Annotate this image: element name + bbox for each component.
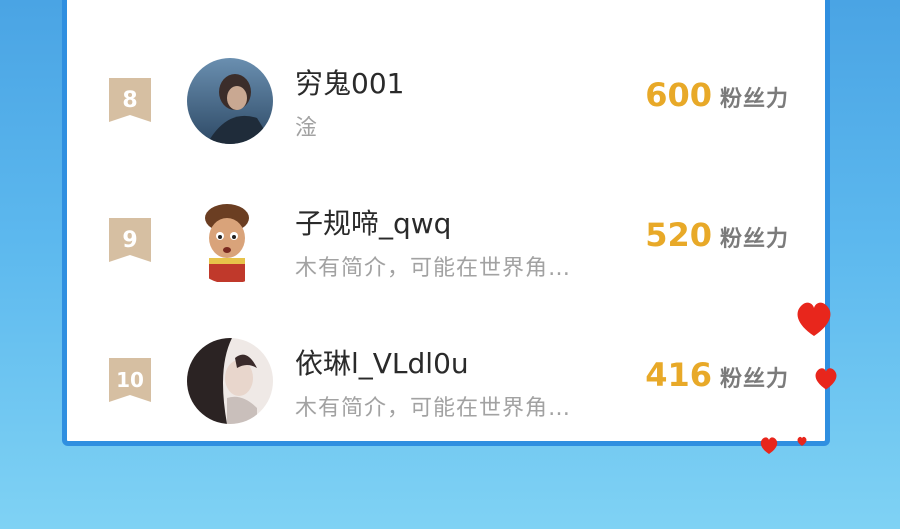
score-unit: 粉丝力: [719, 367, 789, 392]
username[interactable]: 穷鬼001: [295, 62, 404, 102]
fan-power-score: 416 粉丝力: [645, 356, 789, 394]
user-bio: 淦: [295, 116, 319, 141]
list-item[interactable]: 10 依琳l_VLdl0u 木有简介，可能在世界角… 416 粉丝力: [67, 320, 825, 440]
rank-number: 8: [122, 87, 138, 113]
heart-icon: [815, 368, 837, 390]
user-bio: 木有简介，可能在世界角…: [295, 256, 572, 281]
avatar-image: [187, 58, 273, 144]
username[interactable]: 依琳l_VLdl0u: [295, 342, 469, 382]
heart-icon: [797, 436, 807, 446]
username[interactable]: 子规啼_qwq: [295, 202, 451, 242]
score-value: 416: [645, 356, 712, 394]
fan-power-score: 600 粉丝力: [645, 76, 789, 114]
score-unit: 粉丝力: [719, 87, 789, 112]
rank-badge: 10: [109, 358, 151, 402]
user-bio: 木有简介，可能在世界角…: [295, 396, 572, 421]
list-item[interactable]: 8 穷鬼001 淦 600 粉丝力: [67, 40, 825, 160]
fan-power-score: 520 粉丝力: [645, 216, 789, 254]
list-item[interactable]: 9 子规啼_qwq 木有简介，可能在世界角… 520 粉丝力: [67, 180, 825, 300]
score-unit: 粉丝力: [719, 227, 789, 252]
rank-badge: 9: [109, 218, 151, 262]
avatar[interactable]: [187, 198, 273, 284]
fan-ranking-card: 8 穷鬼001 淦 600 粉丝力 9 子规啼_qwq 木有简介，可能在世界角……: [62, 0, 830, 446]
heart-icon: [760, 437, 778, 454]
avatar-image: [187, 338, 273, 424]
avatar[interactable]: [187, 58, 273, 144]
score-value: 520: [645, 216, 712, 254]
heart-icon: [797, 302, 831, 336]
avatar[interactable]: [187, 338, 273, 424]
rank-badge: 8: [109, 78, 151, 122]
score-value: 600: [645, 76, 712, 114]
rank-number: 9: [122, 227, 138, 253]
rank-number: 10: [116, 368, 144, 392]
avatar-image: [187, 198, 273, 284]
